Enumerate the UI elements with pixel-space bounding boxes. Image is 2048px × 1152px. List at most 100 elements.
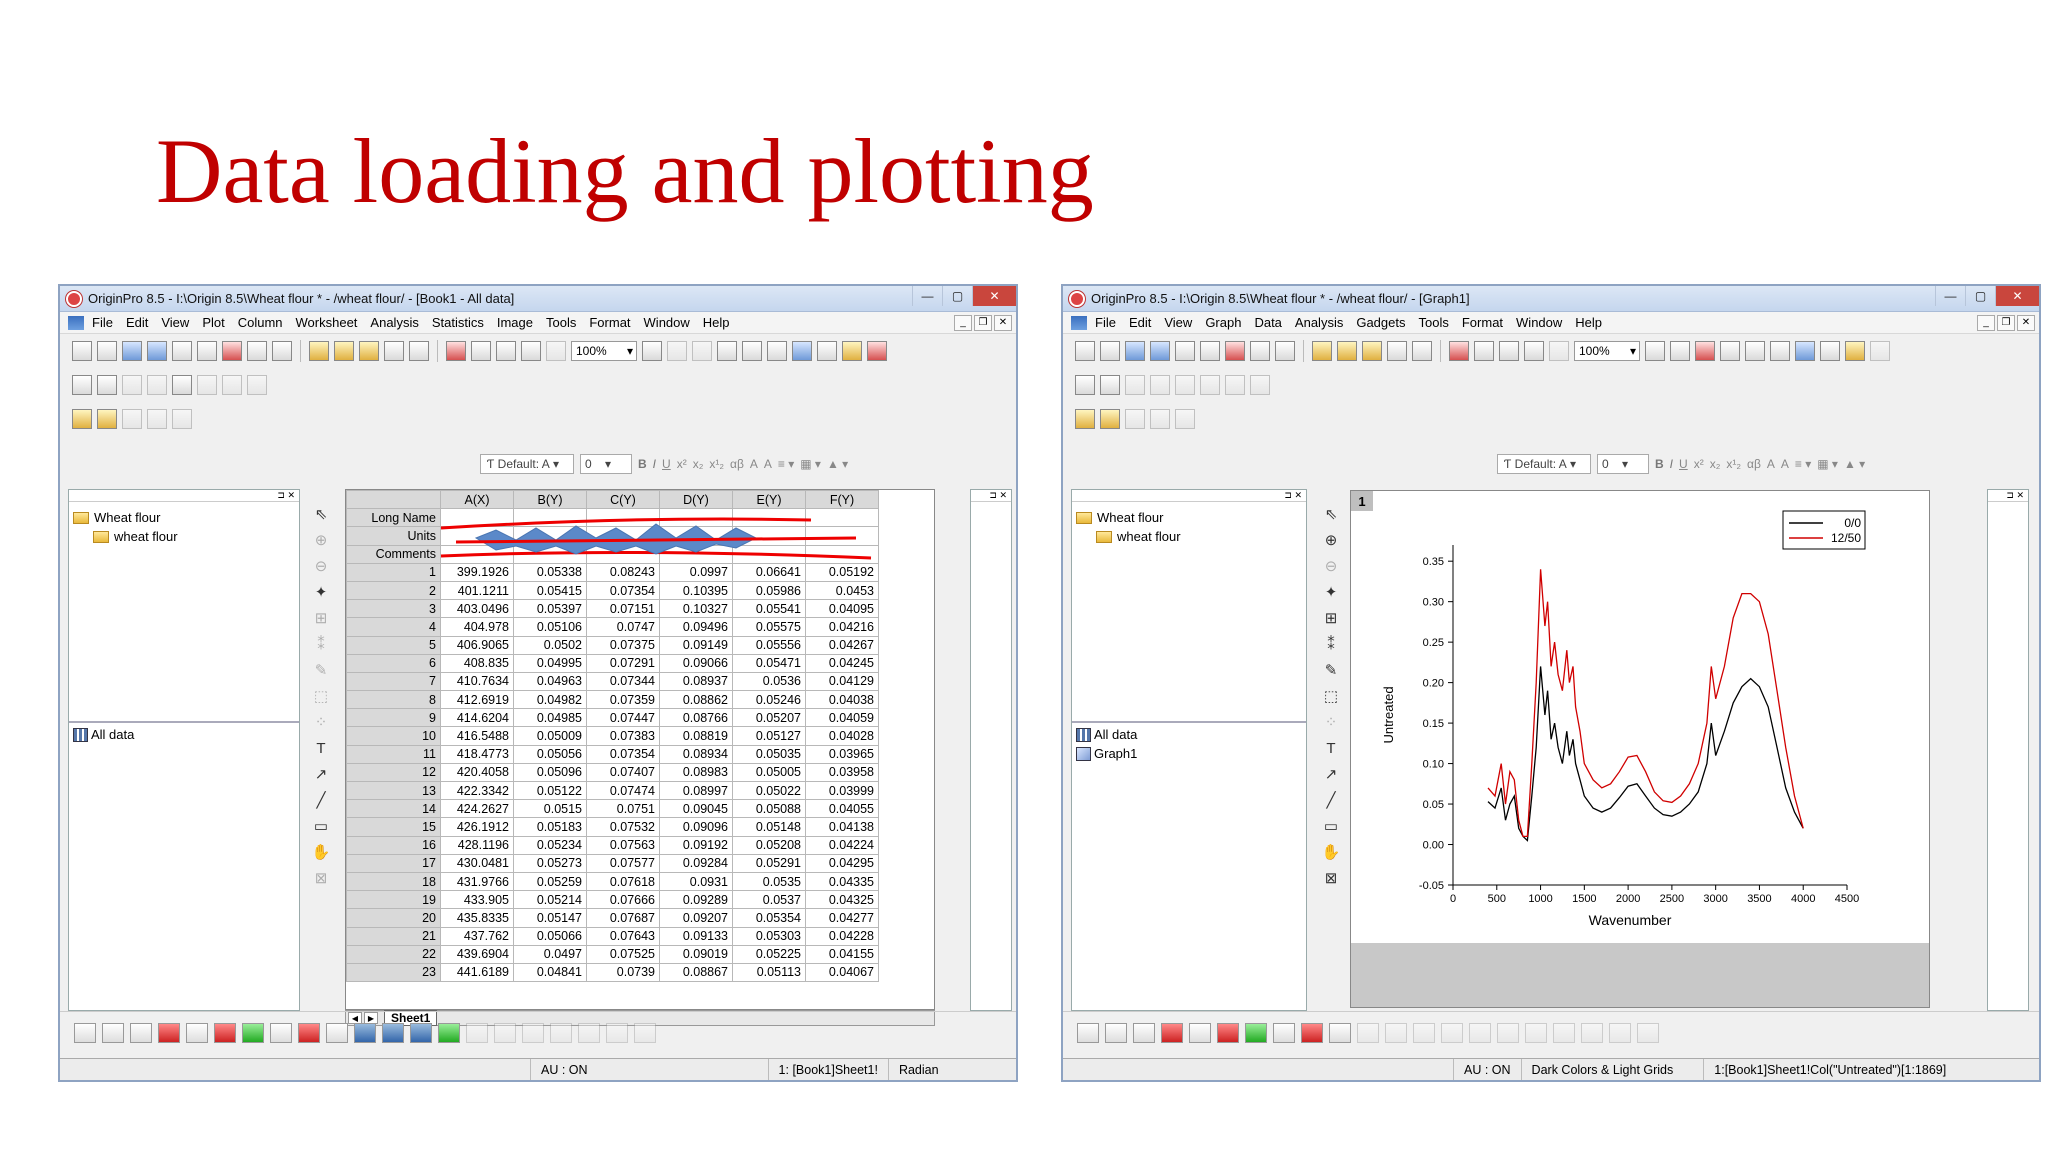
table-row[interactable]: 11 418.4773 0.05056 0.07354 0.08934 0.05035 0.…	[346, 744, 879, 764]
align-icon[interactable]: ≡ ▾	[1795, 457, 1811, 471]
new-notes-icon[interactable]	[1275, 341, 1295, 361]
table-cell[interactable]: 0.05106	[513, 617, 587, 637]
menu-worksheet[interactable]: Worksheet	[296, 315, 358, 330]
hand-tool-icon[interactable]: ✋	[312, 842, 331, 862]
mdi-close-button[interactable]: ✕	[2017, 314, 2035, 331]
region-icon[interactable]: ⬚	[1322, 686, 1340, 706]
column-plot-icon[interactable]	[1161, 1022, 1183, 1043]
hand-tool-icon[interactable]: ✋	[1322, 842, 1341, 862]
menu-file[interactable]: File	[1095, 315, 1116, 330]
add-app-icon[interactable]	[842, 341, 862, 361]
table-row[interactable]: 19 433.905 0.05214 0.07666 0.09289 0.0537 0.04…	[346, 890, 879, 910]
data-reader-icon[interactable]: ⊞	[312, 608, 330, 628]
menu-image[interactable]: Image	[497, 315, 533, 330]
recalculate-icon[interactable]	[1524, 341, 1544, 361]
column-plot-icon[interactable]	[158, 1022, 180, 1043]
menu-format[interactable]: Format	[1462, 315, 1503, 330]
column-header-a[interactable]: A(X)	[440, 490, 514, 510]
contour-plot-icon[interactable]	[1189, 1022, 1211, 1043]
script-window-icon[interactable]	[817, 341, 837, 361]
table-cell[interactable]: 0.07354	[586, 744, 660, 764]
tree-root-folder[interactable]: Wheat flour	[73, 508, 295, 527]
table-cell[interactable]: 0.04155	[805, 944, 879, 964]
menu-data[interactable]: Data	[1254, 315, 1281, 330]
table-cell[interactable]: 0.07563	[586, 835, 660, 855]
mdi-restore-button[interactable]: ❐	[974, 314, 992, 331]
table-cell[interactable]: 0.04138	[805, 817, 879, 837]
menu-tools[interactable]: Tools	[546, 315, 576, 330]
table-cell[interactable]: 0.04129	[805, 671, 879, 692]
code-builder-icon[interactable]	[717, 341, 737, 361]
table-cell[interactable]: 0.05113	[732, 962, 806, 983]
table-cell[interactable]: 0.05471	[732, 653, 806, 673]
pattern-icon[interactable]	[122, 409, 142, 429]
row-header[interactable]: 21	[346, 926, 441, 946]
table-cell[interactable]: 0.0997	[659, 562, 733, 582]
table-cell[interactable]: 412.6919	[440, 690, 514, 710]
border-icon[interactable]: ▦ ▾	[800, 457, 821, 471]
table-cell[interactable]: 410.7634	[440, 671, 514, 692]
table-cell[interactable]: 0.09289	[659, 890, 733, 910]
decrease-font-icon[interactable]: A	[1781, 457, 1789, 471]
add-app-icon[interactable]	[1845, 341, 1865, 361]
corner-cell[interactable]	[346, 490, 441, 510]
table-cell[interactable]: 0.07447	[586, 708, 660, 728]
pointer-icon[interactable]: ⇖	[1322, 504, 1340, 524]
table-row[interactable]: 4 404.978 0.05106 0.0747 0.09496 0.05575 0.042…	[346, 617, 879, 637]
new-function-icon[interactable]	[1225, 341, 1245, 361]
pointer-icon[interactable]: ⇖	[312, 504, 330, 524]
table-cell[interactable]: 435.8335	[440, 908, 514, 928]
results-log-icon[interactable]	[742, 341, 762, 361]
graph-page[interactable]: 1 0 500 1000 1500 2000 2500 3000 3500 4000 4500 -0…	[1350, 490, 1930, 1008]
table-cell[interactable]: 0.04841	[513, 962, 587, 983]
table-row[interactable]: 22 439.6904 0.0497 0.07525 0.09019 0.05225 0.0…	[346, 944, 879, 964]
menu-graph[interactable]: Graph	[1205, 315, 1241, 330]
new-workbook-icon[interactable]	[122, 341, 142, 361]
align-vertical-icon[interactable]	[1609, 1022, 1631, 1043]
table-cell[interactable]: 0.07359	[586, 690, 660, 710]
table-cell[interactable]: 0.05207	[732, 708, 806, 728]
superscript-icon[interactable]: x²	[1694, 457, 1704, 471]
table-cell[interactable]: 0.07577	[586, 853, 660, 873]
table-cell[interactable]: 0.05096	[513, 762, 587, 783]
table-cell[interactable]: 0.08243	[586, 562, 660, 582]
table-cell[interactable]: 0.03999	[805, 780, 879, 801]
font-color-icon[interactable]: ▲ ▾	[827, 457, 848, 471]
table-cell[interactable]: 406.9065	[440, 635, 514, 655]
3d-bar-icon[interactable]	[410, 1022, 432, 1043]
table-cell[interactable]: 0.05035	[732, 744, 806, 764]
menu-window[interactable]: Window	[1516, 315, 1562, 330]
mdi-minimize-button[interactable]: _	[1977, 314, 1995, 331]
table-cell[interactable]: 0.0751	[586, 799, 660, 819]
plot-column-icon[interactable]	[1225, 375, 1245, 395]
table-cell[interactable]: 0.04224	[805, 835, 879, 855]
print-icon[interactable]	[1645, 341, 1665, 361]
table-cell[interactable]: 0.0535	[732, 871, 806, 892]
table-row[interactable]: 20 435.8335 0.05147 0.07687 0.09207 0.05354 0.…	[346, 908, 879, 928]
set-column-values-icon[interactable]	[1150, 375, 1170, 395]
table-cell[interactable]: 0.04335	[805, 871, 879, 892]
rectangle-tool-icon[interactable]: ▭	[312, 816, 330, 836]
line-tool-icon[interactable]: ╱	[1322, 790, 1340, 810]
table-cell[interactable]: 0.09284	[659, 853, 733, 873]
align-top-icon[interactable]	[1553, 1022, 1575, 1043]
row-header[interactable]: 13	[346, 780, 441, 801]
row-header[interactable]: 2	[346, 580, 441, 601]
table-cell[interactable]: 0.03958	[805, 762, 879, 783]
table-cell[interactable]: 0.04059	[805, 708, 879, 728]
table-cell[interactable]: 420.4058	[440, 762, 514, 783]
mask-icon[interactable]: ⁘	[312, 712, 330, 732]
align-vertical-icon[interactable]	[606, 1022, 628, 1043]
close-button[interactable]: ✕	[972, 286, 1016, 306]
open-template-icon[interactable]	[334, 341, 354, 361]
table-cell[interactable]: 0.05354	[732, 908, 806, 928]
table-cell[interactable]: 0.05056	[513, 744, 587, 764]
super-subscript-icon[interactable]: x¹₂	[1726, 457, 1741, 471]
save-project-icon[interactable]	[384, 341, 404, 361]
table-cell[interactable]: 0.05214	[513, 890, 587, 910]
menu-view[interactable]: View	[161, 315, 189, 330]
text-tool-icon[interactable]: T	[1322, 738, 1340, 758]
box-plot-icon[interactable]	[1217, 1022, 1239, 1043]
font-select[interactable]: Ƭ Default: A ▾	[1497, 454, 1591, 474]
table-cell[interactable]: 0.05127	[732, 726, 806, 746]
